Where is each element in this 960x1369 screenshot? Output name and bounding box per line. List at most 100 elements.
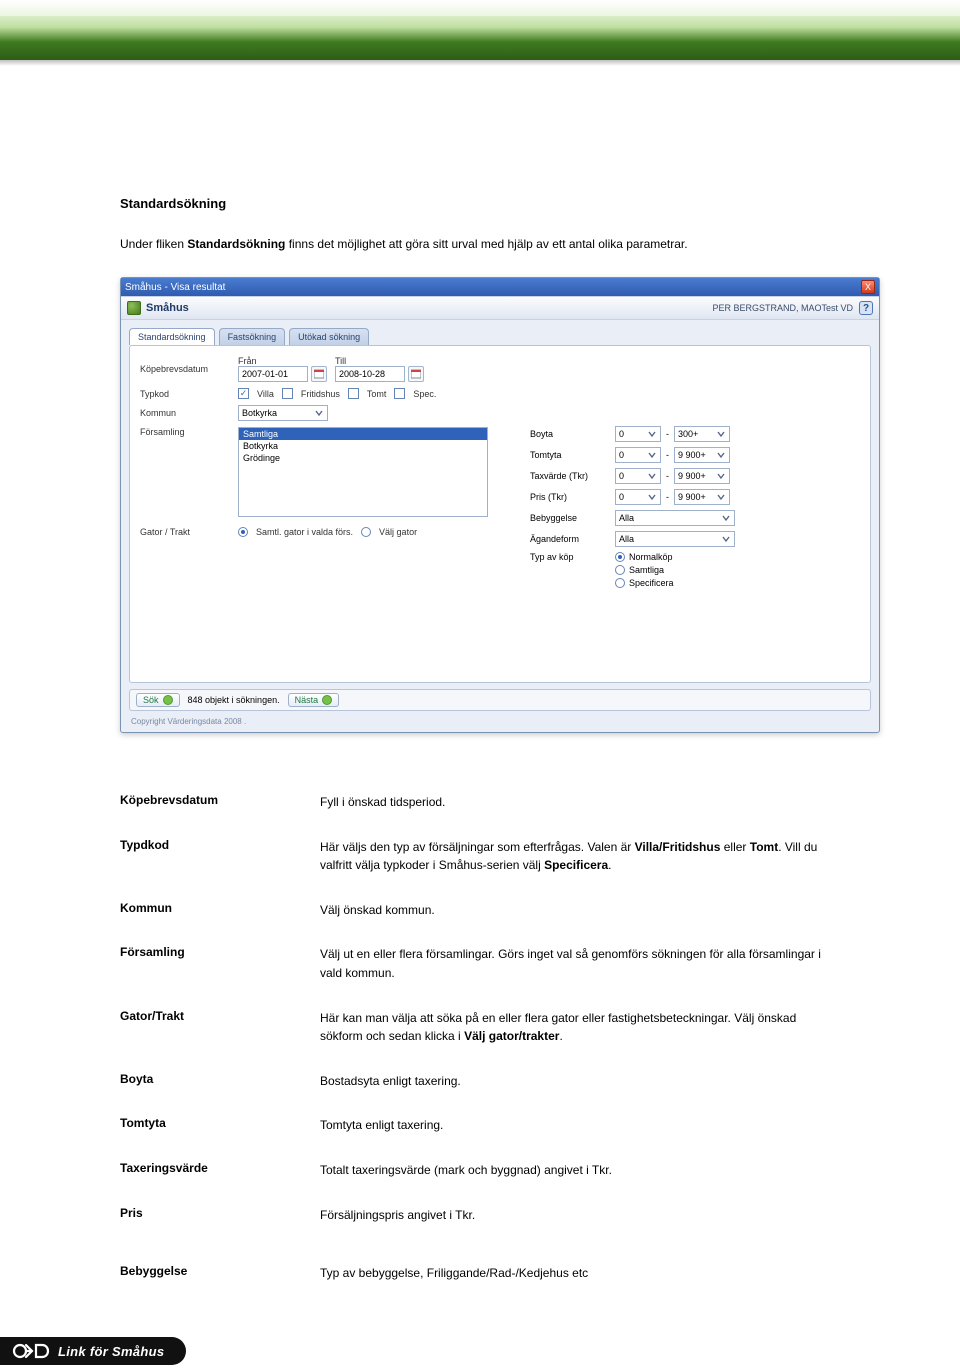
dropdown-tax-max[interactable]: 9 900+ [674,468,730,484]
chevron-down-icon [720,533,732,545]
tab-fast[interactable]: Fastsökning [219,328,286,345]
brand-text: Link för Småhus [58,1344,164,1359]
label-kommun: Kommun [140,408,230,418]
form-footer: Sök 848 objekt i sökningen. Nästa [129,689,871,711]
label-tomtyta: Tomtyta [530,450,610,460]
label-agandeform: Ägandeform [530,534,610,544]
app-name: Småhus [146,302,189,314]
def-term: Köpebrevsdatum [120,793,290,812]
checkbox-villa[interactable]: ✓ [238,388,249,399]
chevron-down-icon [646,470,658,482]
chevron-down-icon [715,449,727,461]
go-icon [322,695,332,705]
copyright-text: Copyright Värderingsdata 2008 . [121,715,879,732]
help-icon[interactable]: ? [859,301,873,315]
def-desc: Totalt taxeringsvärde (mark och byggnad)… [320,1161,840,1180]
dropdown-tomtyta-min[interactable]: 0 [615,447,661,463]
app-header: Småhus PER BERGSTRAND, MAOTest VD ? [121,296,879,320]
def-desc: Fyll i önskad tidsperiod. [320,793,840,812]
intro-text: Under fliken Standardsökning finns det m… [120,235,840,253]
calendar-icon[interactable] [311,366,327,382]
go-icon [163,695,173,705]
radio-samtl-gator[interactable] [238,527,248,537]
chevron-down-icon [313,407,325,419]
sok-button[interactable]: Sök [136,693,180,707]
close-icon[interactable]: X [861,280,875,294]
screenshot: Småhus - Visa resultat X Småhus PER BERG… [120,277,840,733]
user-label: PER BERGSTRAND, MAOTest VD [712,303,853,313]
chevron-down-icon [646,491,658,503]
brand-logo-icon [12,1343,52,1359]
window-title: Småhus - Visa resultat [125,282,225,293]
def-term: Boyta [120,1072,290,1091]
def-desc: Här väljs den typ av försäljningar som e… [320,838,840,875]
label-bebyggelse: Bebyggelse [530,513,610,523]
label-pris: Pris (Tkr) [530,492,610,502]
def-desc: Bostadsyta enligt taxering. [320,1072,840,1091]
footer-brand: Link för Småhus [0,1337,186,1365]
def-term: Församling [120,945,290,982]
def-term: Taxeringsvärde [120,1161,290,1180]
checkbox-tomt[interactable] [348,388,359,399]
radio-normalkop[interactable] [615,552,625,562]
page-footer: Link för Småhus [0,1333,960,1369]
chevron-down-icon [715,428,727,440]
dropdown-pris-min[interactable]: 0 [615,489,661,505]
list-item[interactable]: Botkyrka [239,440,487,452]
label-forsamling: Församling [140,427,230,437]
radio-samtliga[interactable] [615,565,625,575]
chevron-down-icon [646,428,658,440]
label-typavkop: Typ av köp [530,552,610,562]
tab-utokad[interactable]: Utökad sökning [289,328,369,345]
dropdown-boyta-max[interactable]: 300+ [674,426,730,442]
chevron-down-icon [720,512,732,524]
def-term: Pris [120,1206,290,1225]
list-item[interactable]: Grödinge [239,452,487,464]
def-term: Tomtyta [120,1116,290,1135]
radio-specificera[interactable] [615,578,625,588]
form-panel: Köpebrevsdatum Från Till [129,345,871,683]
checkbox-fritid[interactable] [282,388,293,399]
label-kopedatum: Köpebrevsdatum [140,364,230,374]
chevron-down-icon [715,470,727,482]
def-desc: Försäljningspris angivet i Tkr. [320,1206,840,1225]
label-typkod: Typkod [140,389,230,399]
dropdown-agandeform[interactable]: Alla [615,531,735,547]
label-fran: Från [238,356,327,366]
def-term: Gator/Trakt [120,1009,290,1046]
nasta-button[interactable]: Nästa [288,693,340,707]
dropdown-kommun[interactable]: Botkyrka [238,405,328,421]
chevron-down-icon [646,449,658,461]
def-desc: Här kan man välja att söka på en eller f… [320,1009,840,1046]
def-term: Typdkod [120,838,290,875]
calendar-icon[interactable] [408,366,424,382]
dropdown-bebyggelse[interactable]: Alla [615,510,735,526]
def-desc: Tomtyta enligt taxering. [320,1116,840,1135]
listbox-forsamling[interactable]: Samtliga Botkyrka Grödinge [238,427,488,517]
tab-standard[interactable]: Standardsökning [129,328,215,345]
window-titlebar: Småhus - Visa resultat X [121,278,879,296]
dropdown-boyta-min[interactable]: 0 [615,426,661,442]
input-fran[interactable] [238,366,308,382]
label-taxvarde: Taxvärde (Tkr) [530,471,610,481]
checkbox-spec[interactable] [394,388,405,399]
label-till: Till [335,356,424,366]
list-item[interactable]: Samtliga [239,428,487,440]
def-desc: Välj ut en eller flera församlingar. Gör… [320,945,840,982]
dropdown-tax-min[interactable]: 0 [615,468,661,484]
app-icon [127,301,141,315]
dropdown-tomtyta-max[interactable]: 9 900+ [674,447,730,463]
tab-bar: Standardsökning Fastsökning Utökad sökni… [121,320,879,345]
input-till[interactable] [335,366,405,382]
header-banner [0,0,960,60]
def-term: Bebyggelse [120,1264,290,1283]
definitions-list: KöpebrevsdatumFyll i önskad tidsperiod. … [120,793,840,1283]
label-gator: Gator / Trakt [140,527,230,537]
label-boyta: Boyta [530,429,610,439]
def-term: Kommun [120,901,290,920]
radio-valj-gator[interactable] [361,527,371,537]
dropdown-pris-max[interactable]: 9 900+ [674,489,730,505]
chevron-down-icon [715,491,727,503]
status-text: 848 objekt i sökningen. [188,695,280,705]
def-desc: Välj önskad kommun. [320,901,840,920]
